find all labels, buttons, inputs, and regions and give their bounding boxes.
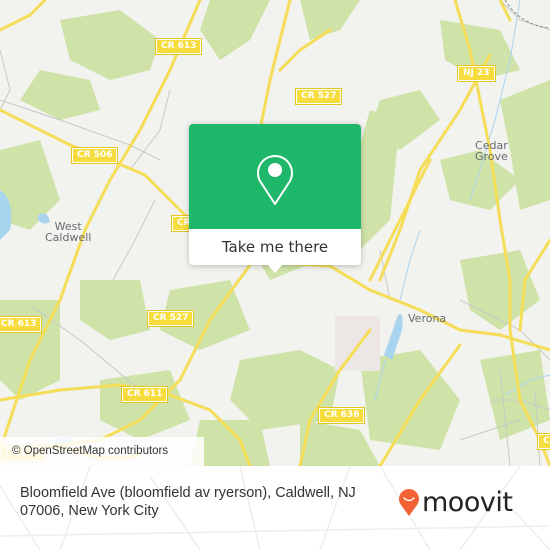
commercial-area — [335, 316, 380, 371]
map-view[interactable]: CR 613 CR 527 NJ 23 CR 506 CR CR 613 CR … — [0, 0, 550, 466]
location-popup: Take me there — [189, 124, 361, 273]
take-me-there-button[interactable]: Take me there — [189, 229, 361, 265]
footer: Bloomfield Ave (bloomfield av ryerson), … — [0, 466, 550, 550]
popup-pointer — [267, 264, 283, 273]
road-shield-cr613-top: CR 613 — [154, 38, 203, 55]
road-shield-nj23: NJ 23 — [457, 65, 496, 82]
stop-address: Bloomfield Ave (bloomfield av ryerson), … — [20, 485, 356, 519]
place-label-west-caldwell: West Caldwell — [45, 220, 92, 244]
place-label-cedar-grove: Cedar Grove — [475, 139, 508, 163]
railway — [504, 0, 550, 29]
road-shield-cr506: CR 506 — [70, 147, 119, 164]
road-shield-cr527-mid: CR 527 — [146, 310, 195, 327]
road-shield-cr611: CR 611 — [120, 386, 169, 403]
road-shield-cr613-left: CR 613 — [0, 316, 43, 333]
moovit-wordmark: moovit — [422, 486, 513, 518]
map-pin-icon — [257, 155, 293, 205]
moovit-smiley-pin-icon — [399, 489, 419, 516]
road-shield-cr636: CR 636 — [317, 407, 366, 424]
place-label-verona: Verona — [408, 312, 447, 325]
map-attribution[interactable]: © OpenStreetMap contributors — [0, 437, 204, 466]
road-shield-cr-right: C — [537, 433, 550, 450]
road-shield-cr527-top: CR 527 — [294, 88, 343, 105]
popup-header — [189, 124, 361, 229]
moovit-logo: moovit — [398, 484, 513, 520]
